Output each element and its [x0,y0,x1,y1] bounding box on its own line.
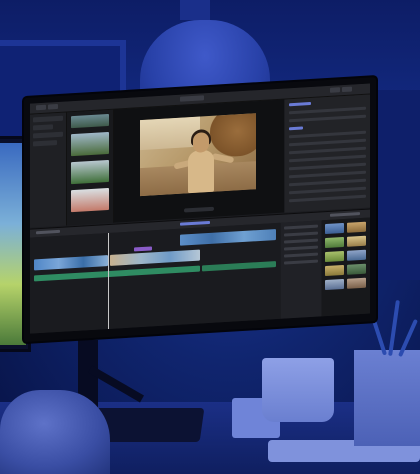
timeline-clip [34,255,108,271]
frame-sky [140,116,200,151]
effect-thumbnail [347,235,366,247]
effects-categories [281,220,321,319]
effects-category [284,231,318,237]
effect-thumbnail [347,221,366,233]
library-row [33,131,63,139]
video-viewer [114,99,284,223]
library-row [33,115,63,123]
tools-icon [36,229,60,235]
effects-category [284,259,318,265]
background-shelf [180,0,210,20]
video-frame [140,113,256,197]
timeline-clip [110,249,200,266]
playhead [108,232,109,330]
photo-scene [0,0,420,474]
effect-thumbnail [347,249,366,261]
inspector-row [289,178,366,187]
toolbar-button [36,104,46,111]
effect-thumbnail [325,264,344,277]
main-monitor [24,77,376,343]
toolbar-button [330,87,340,93]
inspector-row [289,194,366,203]
effect-thumbnail [325,250,344,263]
inspector-row [289,154,366,163]
effects-category [284,252,318,258]
inspector-row [289,130,366,139]
mug [262,358,334,422]
timeline [30,222,280,334]
inspector-panel [285,94,370,213]
frame-trees [210,113,256,158]
effect-thumbnail [325,222,344,235]
effect-thumbnail [325,278,344,291]
inspector-row [289,146,366,155]
plant-pot [354,350,420,446]
toolbar-button [48,103,58,110]
inspector-row [289,106,366,115]
timeline-clip [180,229,276,246]
inspector-row [289,186,366,195]
toolbar-button [342,86,352,93]
effect-thumbnail [347,277,366,289]
effect-thumbnail [325,236,344,249]
inspector-row [289,114,366,123]
effects-category [284,238,318,244]
effects-category [284,245,318,251]
timeline-control [330,212,360,217]
clip-thumbnail [71,113,109,129]
timeline-label [180,220,210,226]
audio-clip [202,261,276,272]
clip-thumbnail [71,159,109,185]
effects-category [284,224,318,230]
clip-thumbnail [71,187,109,213]
plant-stem [388,299,400,357]
library-row [33,140,57,147]
effect-thumbnail [347,263,366,275]
library-row [33,124,53,131]
second-monitor-screen [0,143,26,345]
clip-thumbnail [71,131,109,157]
inspector-row [289,162,366,171]
inspector-accent [289,101,311,107]
toolbar-button [180,95,204,102]
inspector-accent [289,126,303,131]
play-icon [184,206,214,213]
person-body [188,149,214,194]
library-sidebar [30,112,67,228]
video-editor-screen [30,83,370,334]
person-head [193,132,209,153]
effects-browser [322,217,370,317]
timeline-clip-title [134,246,152,252]
clip-browser [67,109,114,226]
inspector-row [289,138,366,147]
hand [0,390,110,474]
inspector-row [289,170,366,179]
